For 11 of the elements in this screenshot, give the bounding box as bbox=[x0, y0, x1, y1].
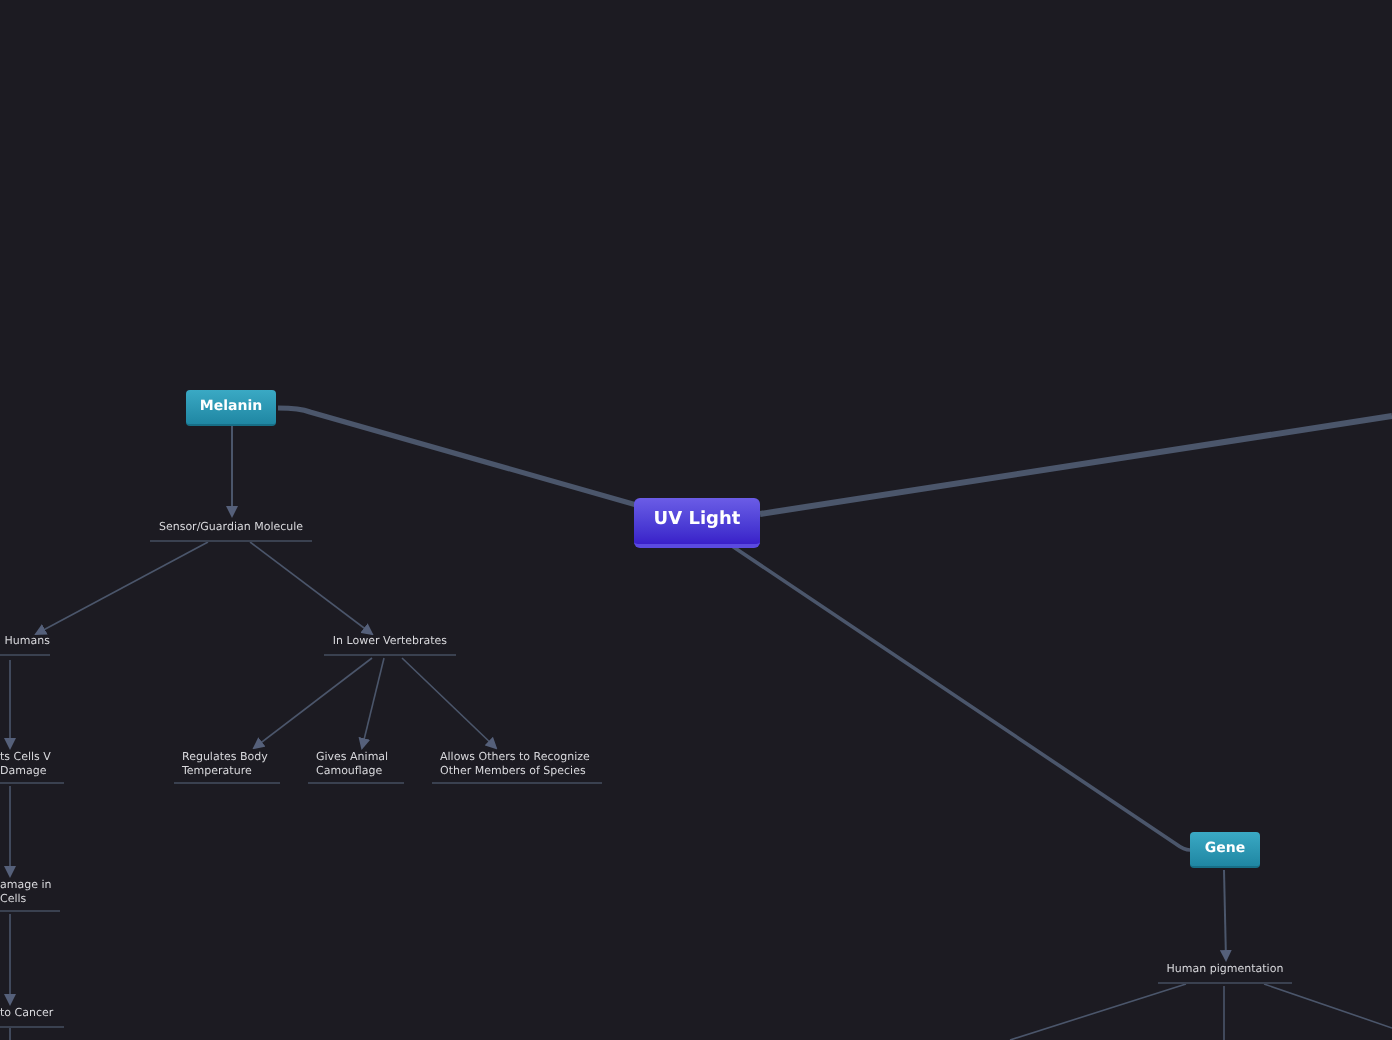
connector-line bbox=[4, 913, 16, 1006]
connector-line bbox=[1223, 985, 1225, 1040]
central-topic[interactable]: UV Light bbox=[634, 498, 760, 548]
connector-line bbox=[401, 657, 498, 750]
connector-line bbox=[9, 1027, 11, 1040]
connector-line bbox=[249, 541, 374, 636]
connector-line bbox=[1263, 983, 1392, 1029]
connector-line bbox=[1219, 869, 1232, 962]
connector-line bbox=[226, 425, 238, 518]
connector-line bbox=[4, 785, 16, 878]
connector-line bbox=[4, 659, 16, 750]
